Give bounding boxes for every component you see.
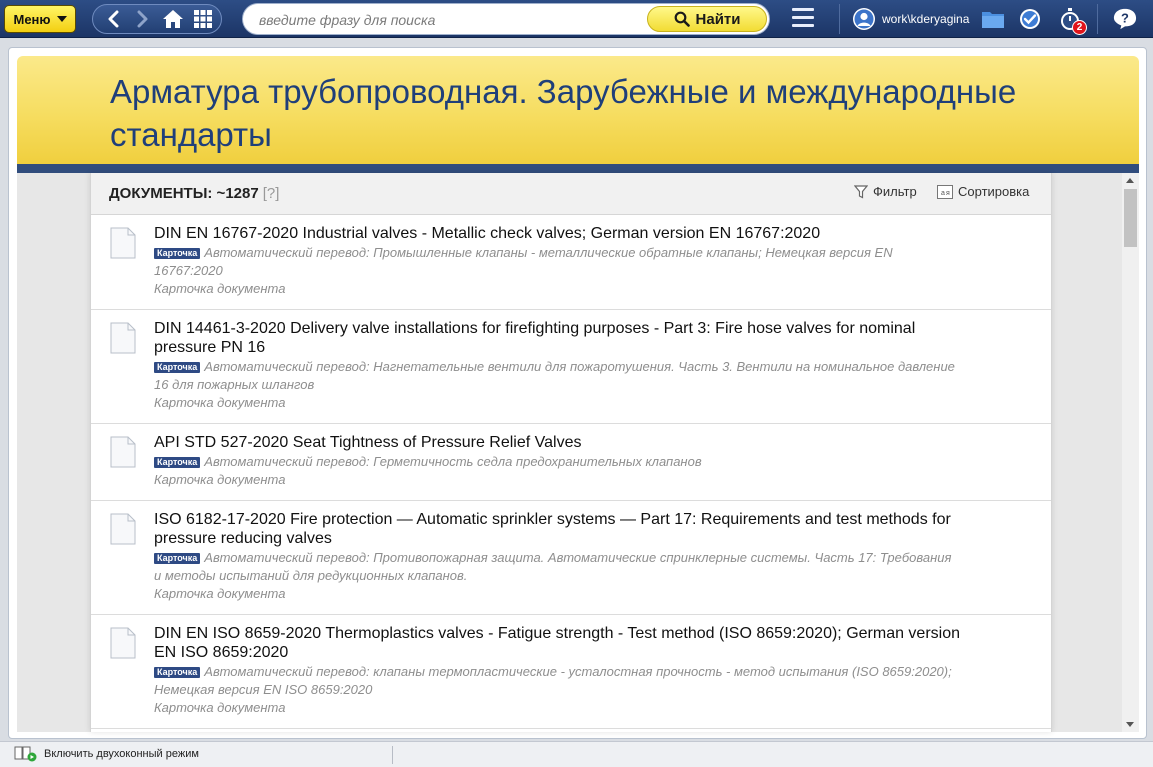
document-translation: Карточка Автоматический перевод: клапаны … [154,663,961,699]
svg-text:?: ? [1121,11,1129,26]
dual-window-icon [14,746,37,762]
documents-panel: ДОКУМЕНТЫ: ~1287 [?] Фильтр ая Сортировка… [90,173,1052,732]
document-icon [110,322,136,354]
grid-icon[interactable] [191,7,215,31]
document-translation: Карточка Автоматический перевод: Противоп… [154,549,961,585]
vertical-scrollbar[interactable] [1122,173,1139,732]
document-translation: Карточка Автоматический перевод: Промышле… [154,244,961,280]
document-card-link[interactable]: Карточка документа [154,280,961,298]
list-item: ISO 6182-17-2020 Fire protection — Autom… [91,501,1051,615]
card-badge[interactable]: Карточка [154,362,201,373]
card-badge[interactable]: Карточка [154,553,201,564]
translation-text: Автоматический перевод: Промышленные кла… [154,245,893,278]
document-card-link[interactable]: Карточка документа [154,394,961,412]
scroll-down-icon[interactable] [1126,722,1134,727]
username: work\kderyagina [882,12,970,26]
search-box: Найти [242,3,770,35]
documents-list: DIN EN 16767-2020 Industrial valves - Me… [91,215,1051,729]
document-title[interactable]: DIN EN ISO 8659-2020 Thermoplastics valv… [154,624,961,662]
search-icon [674,11,690,27]
document-card-link[interactable]: Карточка документа [154,585,961,603]
user-icon [853,8,875,30]
document-translation: Карточка Автоматический перевод: Нагнетат… [154,358,961,394]
notification-badge: 2 [1072,20,1087,35]
scroll-thumb[interactable] [1124,189,1137,247]
search-button-label: Найти [695,10,741,28]
status-divider [392,746,393,764]
dual-mode-label: Включить двухоконный режим [44,748,199,760]
card-badge[interactable]: Карточка [154,248,201,259]
svg-text:я: я [946,190,950,197]
card-badge[interactable]: Карточка [154,457,201,468]
document-icon [110,436,136,468]
sort-label: Сортировка [958,184,1030,199]
translation-text: Автоматический перевод: Герметичность се… [204,454,702,469]
filter-label: Фильтр [873,184,917,199]
document-translation: Карточка Автоматический перевод: Герметич… [154,453,961,471]
sort-icon: ая [937,184,953,199]
help-icon[interactable]: ? [1113,7,1137,31]
list-item: DIN EN ISO 8659-2020 Thermoplastics valv… [91,615,1051,729]
document-icon [110,513,136,545]
document-title[interactable]: ISO 6182-17-2020 Fire protection — Autom… [154,510,961,548]
document-title[interactable]: API STD 527-2020 Seat Tightness of Press… [154,433,961,452]
menu-button[interactable]: Меню [4,5,76,33]
page-header: Арматура трубопроводная. Зарубежные и ме… [17,56,1139,164]
card-badge[interactable]: Карточка [154,667,201,678]
documents-header: ДОКУМЕНТЫ: ~1287 [?] Фильтр ая Сортировка [91,173,1051,215]
documents-count: ДОКУМЕНТЫ: ~1287 [?] [109,185,279,202]
search-input[interactable] [259,10,639,30]
documents-count-label: ДОКУМЕНТЫ: ~1287 [109,185,259,202]
folder-icon[interactable] [981,7,1005,31]
document-title[interactable]: DIN 14461-3-2020 Delivery valve installa… [154,319,961,357]
back-icon[interactable] [101,7,125,31]
toolbar-divider [1097,4,1098,34]
filter-button[interactable]: Фильтр [854,184,917,199]
home-icon[interactable] [161,7,185,31]
documents-help-link[interactable]: [?] [263,185,280,202]
translation-text: Автоматический перевод: Противопожарная … [154,550,952,583]
list-item: DIN EN 16767-2020 Industrial valves - Me… [91,215,1051,310]
user-account[interactable]: work\kderyagina [852,6,969,32]
page-title: Арматура трубопроводная. Зарубежные и ме… [110,73,1017,153]
navigation-group [92,4,222,34]
document-icon [110,227,136,259]
document-title[interactable]: DIN EN 16767-2020 Industrial valves - Me… [154,224,961,243]
forward-icon[interactable] [131,7,155,31]
hamburger-icon[interactable] [792,8,814,30]
dual-window-mode-toggle[interactable]: Включить двухоконный режим [14,746,199,762]
stopwatch-icon[interactable]: 2 [1058,7,1087,35]
status-bar: Включить двухоконный режим [0,741,1153,767]
toolbar-divider [839,4,840,34]
sort-button[interactable]: ая Сортировка [937,184,1029,199]
list-item: DIN 14461-3-2020 Delivery valve installa… [91,310,1051,424]
document-icon [110,627,136,659]
caret-down-icon [56,16,67,22]
filter-icon [854,184,868,198]
document-card-link[interactable]: Карточка документа [154,699,961,717]
top-toolbar: Меню Найти work\kderyagina [0,0,1153,38]
svg-text:а: а [941,190,945,197]
document-card-link[interactable]: Карточка документа [154,471,961,489]
main-window: Арматура трубопроводная. Зарубежные и ме… [8,47,1147,739]
translation-text: Автоматический перевод: Нагнетательные в… [154,359,955,392]
menu-button-label: Меню [13,11,51,27]
clock-check-icon[interactable] [1018,7,1042,31]
scroll-up-icon[interactable] [1126,178,1134,183]
header-divider [17,164,1139,173]
list-item: API STD 527-2020 Seat Tightness of Press… [91,424,1051,501]
search-button[interactable]: Найти [647,6,767,32]
translation-text: Автоматический перевод: клапаны термопла… [154,664,952,697]
